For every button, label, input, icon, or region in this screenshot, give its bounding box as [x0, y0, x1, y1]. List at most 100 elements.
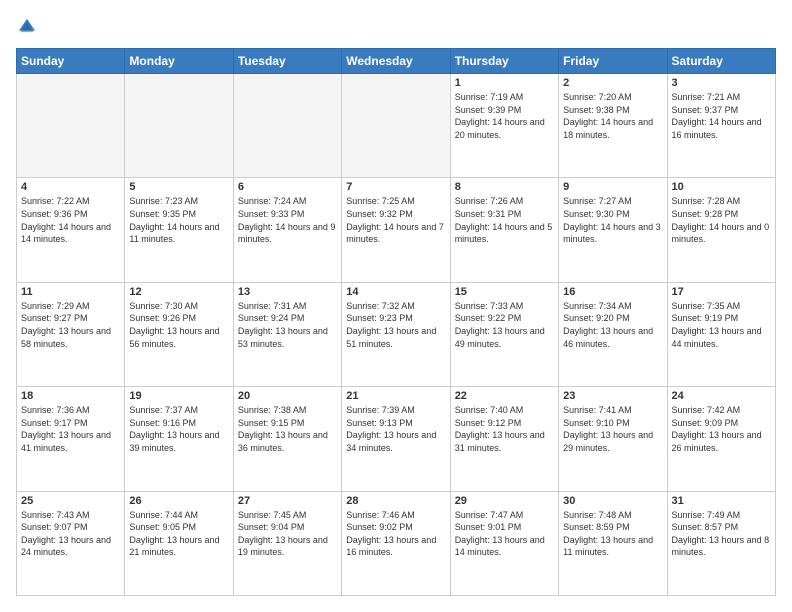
calendar-cell: 23 Sunrise: 7:41 AM Sunset: 9:10 PM Dayli… [559, 387, 667, 491]
calendar-header-wednesday: Wednesday [342, 49, 450, 74]
calendar-cell: 17 Sunrise: 7:35 AM Sunset: 9:19 PM Dayli… [667, 282, 775, 386]
day-info: Sunrise: 7:19 AM Sunset: 9:39 PM Dayligh… [455, 91, 554, 141]
calendar-header-friday: Friday [559, 49, 667, 74]
calendar-cell: 5 Sunrise: 7:23 AM Sunset: 9:35 PM Daylig… [125, 178, 233, 282]
page: SundayMondayTuesdayWednesdayThursdayFrid… [0, 0, 792, 612]
day-info: Sunrise: 7:49 AM Sunset: 8:57 PM Dayligh… [672, 509, 771, 559]
calendar-cell: 21 Sunrise: 7:39 AM Sunset: 9:13 PM Dayli… [342, 387, 450, 491]
calendar-cell: 3Sunrise: 7:21 AM Sunset: 9:37 PM Daylig… [667, 74, 775, 178]
day-number: 16 [563, 286, 662, 298]
day-info: Sunrise: 7:29 AM Sunset: 9:27 PM Dayligh… [21, 300, 120, 350]
calendar-cell: 2 Sunrise: 7:20 AM Sunset: 9:38 PM Daylig… [559, 74, 667, 178]
day-info: Sunrise: 7:28 AM Sunset: 9:28 PM Dayligh… [672, 195, 771, 245]
calendar-body: 1Sunrise: 7:19 AM Sunset: 9:39 PM Daylig… [17, 74, 776, 596]
day-number: 12 [129, 286, 228, 298]
calendar-cell [17, 74, 125, 178]
calendar-header-monday: Monday [125, 49, 233, 74]
calendar-cell: 11 Sunrise: 7:29 AM Sunset: 9:27 PM Dayli… [17, 282, 125, 386]
calendar-cell: 1Sunrise: 7:19 AM Sunset: 9:39 PM Daylig… [450, 74, 558, 178]
calendar-cell: 29 Sunrise: 7:47 AM Sunset: 9:01 PM Dayli… [450, 491, 558, 595]
day-info: Sunrise: 7:31 AM Sunset: 9:24 PM Dayligh… [238, 300, 337, 350]
day-number: 14 [346, 286, 445, 298]
day-number: 15 [455, 286, 554, 298]
calendar-week-row: 18Sunrise: 7:36 AM Sunset: 9:17 PM Dayli… [17, 387, 776, 491]
day-number: 10 [672, 181, 771, 193]
day-number: 23 [563, 390, 662, 402]
day-info: Sunrise: 7:39 AM Sunset: 9:13 PM Dayligh… [346, 404, 445, 454]
calendar-cell: 22 Sunrise: 7:40 AM Sunset: 9:12 PM Dayli… [450, 387, 558, 491]
calendar-cell: 9Sunrise: 7:27 AM Sunset: 9:30 PM Daylig… [559, 178, 667, 282]
day-info: Sunrise: 7:22 AM Sunset: 9:36 PM Dayligh… [21, 195, 120, 245]
day-info: Sunrise: 7:21 AM Sunset: 9:37 PM Dayligh… [672, 91, 771, 141]
day-info: Sunrise: 7:48 AM Sunset: 8:59 PM Dayligh… [563, 509, 662, 559]
day-number: 31 [672, 495, 771, 507]
day-number: 19 [129, 390, 228, 402]
logo-icon [16, 16, 38, 38]
day-info: Sunrise: 7:35 AM Sunset: 9:19 PM Dayligh… [672, 300, 771, 350]
calendar-cell: 12Sunrise: 7:30 AM Sunset: 9:26 PM Dayli… [125, 282, 233, 386]
day-number: 13 [238, 286, 337, 298]
day-info: Sunrise: 7:20 AM Sunset: 9:38 PM Dayligh… [563, 91, 662, 141]
day-number: 7 [346, 181, 445, 193]
day-number: 8 [455, 181, 554, 193]
calendar-week-row: 4 Sunrise: 7:22 AM Sunset: 9:36 PM Daylig… [17, 178, 776, 282]
day-number: 28 [346, 495, 445, 507]
calendar-cell: 27 Sunrise: 7:45 AM Sunset: 9:04 PM Dayli… [233, 491, 341, 595]
day-info: Sunrise: 7:25 AM Sunset: 9:32 PM Dayligh… [346, 195, 445, 245]
day-number: 24 [672, 390, 771, 402]
day-number: 6 [238, 181, 337, 193]
calendar-cell: 10 Sunrise: 7:28 AM Sunset: 9:28 PM Dayli… [667, 178, 775, 282]
calendar-cell: 15Sunrise: 7:33 AM Sunset: 9:22 PM Dayli… [450, 282, 558, 386]
day-number: 5 [129, 181, 228, 193]
calendar-header-tuesday: Tuesday [233, 49, 341, 74]
day-info: Sunrise: 7:46 AM Sunset: 9:02 PM Dayligh… [346, 509, 445, 559]
calendar-cell: 19 Sunrise: 7:37 AM Sunset: 9:16 PM Dayli… [125, 387, 233, 491]
calendar-header-saturday: Saturday [667, 49, 775, 74]
day-info: Sunrise: 7:23 AM Sunset: 9:35 PM Dayligh… [129, 195, 228, 245]
calendar-cell: 13 Sunrise: 7:31 AM Sunset: 9:24 PM Dayli… [233, 282, 341, 386]
calendar-header-thursday: Thursday [450, 49, 558, 74]
calendar-cell [233, 74, 341, 178]
day-number: 29 [455, 495, 554, 507]
calendar-cell: 25 Sunrise: 7:43 AM Sunset: 9:07 PM Dayli… [17, 491, 125, 595]
calendar-cell: 20Sunrise: 7:38 AM Sunset: 9:15 PM Dayli… [233, 387, 341, 491]
day-info: Sunrise: 7:24 AM Sunset: 9:33 PM Dayligh… [238, 195, 337, 245]
day-number: 18 [21, 390, 120, 402]
day-number: 4 [21, 181, 120, 193]
calendar-cell: 7 Sunrise: 7:25 AM Sunset: 9:32 PM Daylig… [342, 178, 450, 282]
calendar-cell: 16 Sunrise: 7:34 AM Sunset: 9:20 PM Dayli… [559, 282, 667, 386]
day-info: Sunrise: 7:42 AM Sunset: 9:09 PM Dayligh… [672, 404, 771, 454]
day-info: Sunrise: 7:47 AM Sunset: 9:01 PM Dayligh… [455, 509, 554, 559]
day-info: Sunrise: 7:43 AM Sunset: 9:07 PM Dayligh… [21, 509, 120, 559]
day-number: 11 [21, 286, 120, 298]
day-number: 25 [21, 495, 120, 507]
calendar-cell: 8Sunrise: 7:26 AM Sunset: 9:31 PM Daylig… [450, 178, 558, 282]
day-number: 21 [346, 390, 445, 402]
day-number: 27 [238, 495, 337, 507]
day-number: 20 [238, 390, 337, 402]
calendar-cell: 26 Sunrise: 7:44 AM Sunset: 9:05 PM Dayli… [125, 491, 233, 595]
day-info: Sunrise: 7:34 AM Sunset: 9:20 PM Dayligh… [563, 300, 662, 350]
day-info: Sunrise: 7:41 AM Sunset: 9:10 PM Dayligh… [563, 404, 662, 454]
calendar-cell: 14Sunrise: 7:32 AM Sunset: 9:23 PM Dayli… [342, 282, 450, 386]
day-info: Sunrise: 7:44 AM Sunset: 9:05 PM Dayligh… [129, 509, 228, 559]
header [16, 16, 776, 38]
calendar-cell: 31 Sunrise: 7:49 AM Sunset: 8:57 PM Dayli… [667, 491, 775, 595]
calendar-cell [342, 74, 450, 178]
day-info: Sunrise: 7:37 AM Sunset: 9:16 PM Dayligh… [129, 404, 228, 454]
calendar-table: SundayMondayTuesdayWednesdayThursdayFrid… [16, 48, 776, 596]
day-number: 30 [563, 495, 662, 507]
day-number: 2 [563, 77, 662, 89]
logo [16, 16, 42, 38]
day-info: Sunrise: 7:40 AM Sunset: 9:12 PM Dayligh… [455, 404, 554, 454]
calendar-cell: 6 Sunrise: 7:24 AM Sunset: 9:33 PM Daylig… [233, 178, 341, 282]
day-number: 26 [129, 495, 228, 507]
calendar-header-row: SundayMondayTuesdayWednesdayThursdayFrid… [17, 49, 776, 74]
day-number: 22 [455, 390, 554, 402]
calendar-cell: 18Sunrise: 7:36 AM Sunset: 9:17 PM Dayli… [17, 387, 125, 491]
day-number: 17 [672, 286, 771, 298]
calendar-cell: 4 Sunrise: 7:22 AM Sunset: 9:36 PM Daylig… [17, 178, 125, 282]
calendar-cell: 24 Sunrise: 7:42 AM Sunset: 9:09 PM Dayli… [667, 387, 775, 491]
day-info: Sunrise: 7:45 AM Sunset: 9:04 PM Dayligh… [238, 509, 337, 559]
calendar-week-row: 11 Sunrise: 7:29 AM Sunset: 9:27 PM Dayli… [17, 282, 776, 386]
